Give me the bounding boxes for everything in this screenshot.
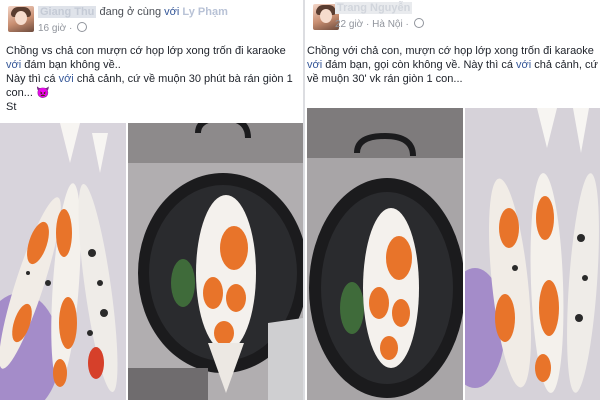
action-text: đang ở cùng xyxy=(99,6,162,18)
caption-signature: St xyxy=(6,101,17,113)
post-header: Giang Thu đang ở cùng với Ly Phạm xyxy=(38,6,228,18)
post-caption: Chồng vs chả con mượn cớ họp lớp xong tr… xyxy=(6,44,298,114)
with-link[interactable]: với xyxy=(6,59,21,71)
location[interactable]: Hà Nội xyxy=(372,19,403,30)
globe-icon xyxy=(413,18,424,28)
devil-emoji-icon: 👿 xyxy=(35,87,50,99)
photo-koi-pan[interactable] xyxy=(128,123,303,400)
avatar[interactable] xyxy=(8,6,34,32)
timestamp[interactable]: 22 giờ xyxy=(335,19,363,30)
photo-koi-pan[interactable] xyxy=(307,108,463,400)
with-link[interactable]: với xyxy=(164,6,179,18)
author-name[interactable]: Giang Thu xyxy=(38,6,97,18)
photo-koi-group[interactable] xyxy=(465,108,600,400)
post-caption: Chồng với chả con, mượn cớ họp lớp xong … xyxy=(307,45,598,85)
left-post: Giang Thu đang ở cùng với Ly Phạm 16 giờ… xyxy=(0,0,303,400)
tagged-name[interactable]: Ly Phạm xyxy=(182,6,227,18)
photo-koi-group[interactable] xyxy=(0,123,126,400)
post-meta: 16 giờ · xyxy=(38,22,88,34)
with-link[interactable]: với xyxy=(307,59,322,71)
post-meta: 22 giờ · Hà Nội · xyxy=(335,18,424,30)
author-name[interactable]: Trang Nguyễn xyxy=(335,2,413,14)
right-post: Trang Nguyễn 22 giờ · Hà Nội · Chồng với… xyxy=(305,0,600,400)
with-link[interactable]: với xyxy=(516,59,531,71)
timestamp[interactable]: 16 giờ xyxy=(38,23,66,34)
globe-icon xyxy=(77,22,88,32)
with-link[interactable]: với xyxy=(59,73,74,85)
post-header: Trang Nguyễn xyxy=(335,2,413,14)
